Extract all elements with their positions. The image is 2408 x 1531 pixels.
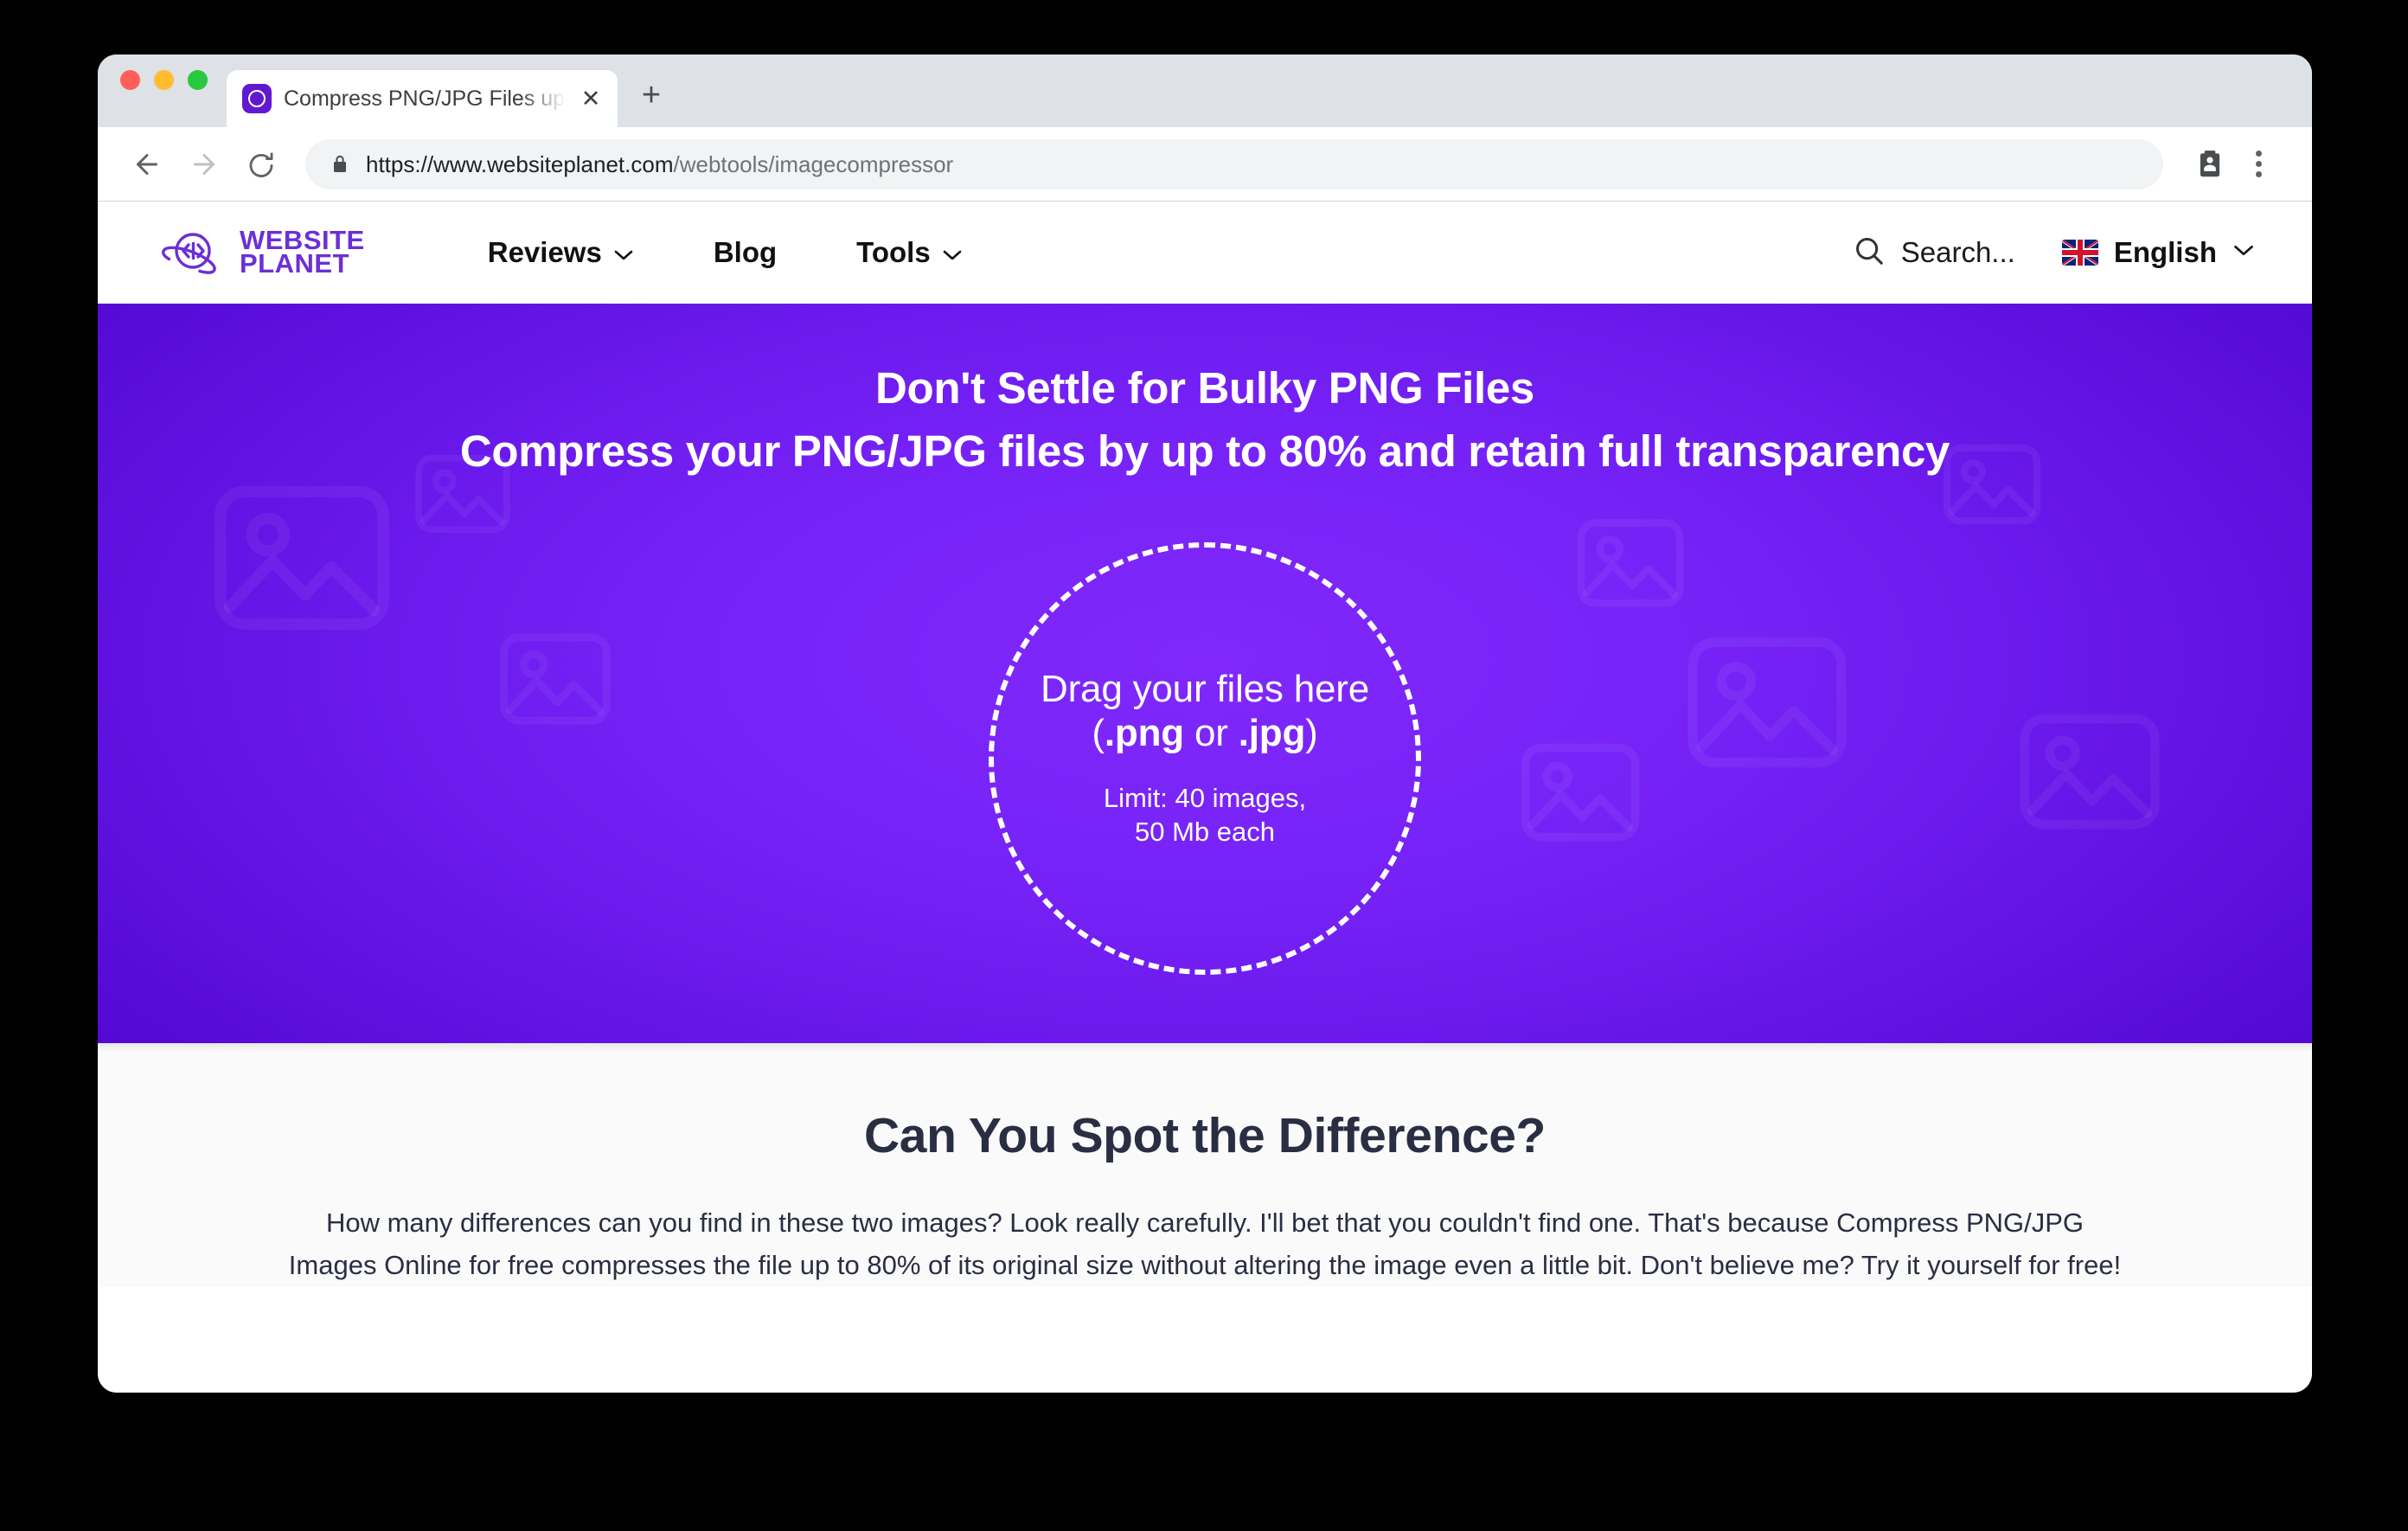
chevron-down-icon — [2232, 243, 2255, 262]
dropzone-paren-open: ( — [1092, 712, 1105, 755]
header-actions: Search... English — [1853, 234, 2255, 272]
profile-card-icon[interactable] — [2186, 140, 2234, 189]
new-tab-button[interactable]: + — [633, 77, 669, 113]
language-label: English — [2113, 236, 2217, 268]
nav-label-blog: Blog — [713, 236, 778, 268]
main-navigation: Reviews Blog Tools — [448, 236, 1002, 269]
browser-window: Compress PNG/JPG Files up to ✕ + https:/… — [98, 54, 2312, 1393]
reload-icon[interactable] — [233, 136, 290, 193]
language-selector[interactable]: English — [2061, 236, 2255, 269]
dropzone-limit-line-1: Limit: 40 images, — [1103, 782, 1307, 813]
logo-line-2: PLANET — [240, 248, 349, 279]
dropzone-jpg: .jpg — [1238, 712, 1306, 755]
back-icon[interactable] — [118, 136, 176, 193]
chevron-down-icon — [613, 236, 634, 269]
maximize-window-button[interactable] — [188, 69, 208, 90]
logo-wordmark: WEBSITE PLANET — [240, 227, 365, 277]
hero-section: Don't Settle for Bulky PNG Files Compres… — [98, 304, 2312, 1043]
websiteplanet-logo[interactable]: WEBSITE PLANET — [158, 227, 365, 279]
browser-toolbar: https://www.websiteplanet.com/webtools/i… — [98, 127, 2312, 202]
search-icon — [1853, 234, 1886, 272]
dropzone-paren-close: ) — [1305, 712, 1318, 755]
minimize-window-button[interactable] — [154, 69, 174, 90]
forward-icon[interactable] — [176, 136, 233, 193]
close-tab-icon[interactable]: ✕ — [578, 86, 604, 112]
search-button[interactable]: Search... — [1853, 234, 2062, 272]
planet-code-icon — [158, 227, 227, 279]
dropzone-line-1: Drag your files here — [1041, 668, 1369, 711]
tab-title: Compress PNG/JPG Files up to — [284, 87, 566, 110]
nav-item-tools[interactable]: Tools — [817, 236, 1002, 269]
hero-title: Don't Settle for Bulky PNG Files — [875, 363, 1534, 413]
dropzone-line-2: (.png or .jpg) — [1092, 712, 1317, 754]
dropzone-png: .png — [1104, 712, 1184, 755]
section-paragraph: How many differences can you find in the… — [288, 1208, 2122, 1280]
spot-the-difference-section: Can You Spot the Difference? How many di… — [98, 1043, 2312, 1287]
lock-icon — [330, 154, 350, 175]
hero-subtitle: Compress your PNG/JPG files by up to 80%… — [459, 426, 1950, 476]
window-controls — [120, 54, 208, 127]
url-text: https://www.websiteplanet.com/webtools/i… — [366, 153, 953, 176]
nav-item-reviews[interactable]: Reviews — [448, 236, 674, 269]
dropzone-or: or — [1183, 712, 1239, 755]
section-title: Can You Spot the Difference? — [864, 1108, 1546, 1163]
chevron-down-icon — [942, 236, 963, 269]
browser-tab[interactable]: Compress PNG/JPG Files up to ✕ — [227, 70, 618, 127]
dropzone-limit-line-2: 50 Mb each — [1135, 817, 1275, 848]
uk-flag-icon — [2061, 240, 2098, 266]
search-label: Search... — [1900, 236, 2015, 268]
nav-item-blog[interactable]: Blog — [674, 236, 817, 269]
url-domain: https://www.websiteplanet.com — [366, 151, 674, 177]
close-window-button[interactable] — [120, 69, 140, 90]
page-content: WEBSITE PLANET Reviews Blog Tools Search… — [98, 202, 2312, 1393]
site-header: WEBSITE PLANET Reviews Blog Tools Search… — [98, 202, 2312, 304]
browser-tab-strip: Compress PNG/JPG Files up to ✕ + — [98, 54, 2312, 127]
address-bar[interactable]: https://www.websiteplanet.com/webtools/i… — [305, 138, 2163, 189]
file-dropzone[interactable]: Drag your files here (.png or .jpg) Limi… — [989, 542, 1421, 975]
websiteplanet-favicon-icon — [242, 84, 272, 113]
browser-menu-icon[interactable] — [2234, 140, 2283, 189]
url-path: /webtools/imagecompressor — [673, 151, 954, 177]
nav-label-reviews: Reviews — [487, 236, 602, 268]
nav-label-tools: Tools — [856, 236, 931, 268]
